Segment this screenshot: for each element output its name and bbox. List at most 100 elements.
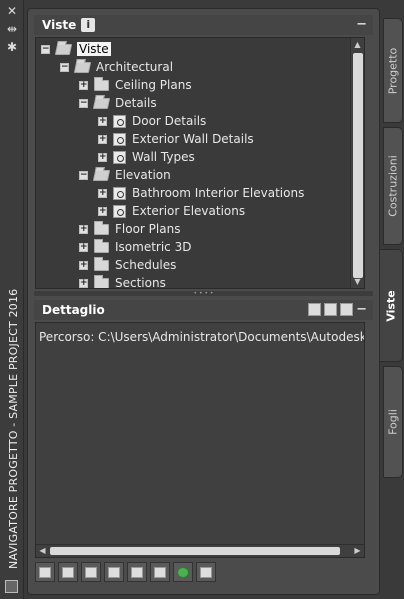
new-view-button[interactable] xyxy=(35,562,55,582)
expand-toggle-icon[interactable]: + xyxy=(79,80,88,90)
tab-progetto[interactable]: Progetto xyxy=(383,18,403,123)
tree-node[interactable]: + Wall Types xyxy=(98,148,195,166)
properties-icon[interactable] xyxy=(5,580,18,593)
expand-toggle-icon[interactable]: + xyxy=(79,242,88,252)
tree-node-label: Architectural xyxy=(96,60,174,74)
tree-node[interactable]: + Schedules xyxy=(79,256,176,274)
tab-costruzioni[interactable]: Costruzioni xyxy=(383,127,403,245)
preview-icon[interactable] xyxy=(308,303,321,316)
tree-node-label: Floor Plans xyxy=(115,222,181,236)
open-icon xyxy=(62,566,74,578)
tree-node-label: Viste xyxy=(77,42,111,56)
detail-view-icon xyxy=(113,114,126,128)
detail-collapse-button[interactable]: − xyxy=(356,302,367,317)
folder-icon xyxy=(94,274,109,288)
scroll-left-icon[interactable]: ◀ xyxy=(37,545,48,557)
table-icon xyxy=(154,566,166,578)
expand-toggle-icon[interactable]: + xyxy=(98,206,107,216)
tree-node-label: Schedules xyxy=(115,258,177,272)
collapse-toggle-icon[interactable]: − xyxy=(79,170,88,180)
tree-node[interactable]: + Ceiling Plans xyxy=(79,76,192,94)
folder-open-icon xyxy=(54,43,73,55)
views-title: Viste xyxy=(42,18,77,32)
detail-header: Dettaglio − xyxy=(34,300,373,320)
close-project-icon xyxy=(200,566,212,578)
tree-node[interactable]: + Floor Plans xyxy=(79,220,180,238)
project-navigator-panel: Viste i − + Sections + Schedules + Isometric … xyxy=(27,8,380,595)
tree-node[interactable]: + Door Details xyxy=(98,112,206,130)
project-path: Percorso: C:\Users\Administrator\Documen… xyxy=(39,330,364,344)
collapse-toggle-icon[interactable]: − xyxy=(79,98,88,108)
info-icon[interactable]: i xyxy=(81,18,96,32)
tree-node[interactable]: + Isometric 3D xyxy=(79,238,191,256)
tree-node-label: Door Details xyxy=(132,114,207,128)
expand-toggle-icon[interactable]: + xyxy=(98,134,107,144)
tree-node-label: Wall Types xyxy=(132,150,195,164)
tree-node[interactable]: − Details xyxy=(79,94,157,112)
expand-toggle-icon[interactable]: + xyxy=(79,260,88,270)
detail-pane: Percorso: C:\Users\Administrator\Documen… xyxy=(35,322,365,558)
tree-node-label: Bathroom Interior Elevations xyxy=(132,186,305,200)
elevation-view-icon xyxy=(113,186,126,200)
folder-open-icon xyxy=(92,169,111,181)
views-header: Viste i − xyxy=(34,15,373,35)
new-view-icon xyxy=(39,566,51,578)
detail-horizontal-scrollbar[interactable]: ◀ ▶ xyxy=(36,544,364,557)
open-button[interactable] xyxy=(58,562,78,582)
regenerate-button[interactable] xyxy=(81,562,101,582)
views-collapse-button[interactable]: − xyxy=(356,17,367,32)
tree-node[interactable]: + Bathroom Interior Elevations xyxy=(98,184,304,202)
repath-icon xyxy=(131,566,143,578)
clipboard-icon xyxy=(108,566,120,578)
tab-viste[interactable]: Viste xyxy=(380,249,403,362)
detail-view-icon[interactable] xyxy=(324,303,337,316)
scroll-up-icon[interactable]: ▲ xyxy=(352,39,363,50)
settings-gear-icon[interactable]: ✱ xyxy=(4,40,20,54)
tree-node[interactable]: + Exterior Wall Details xyxy=(98,130,254,148)
close-project-button[interactable] xyxy=(196,562,216,582)
tree-vertical-scrollbar[interactable]: ▲ ▼ xyxy=(350,38,364,288)
tree-node[interactable]: + Exterior Elevations xyxy=(98,202,245,220)
scroll-right-icon[interactable]: ▶ xyxy=(352,545,363,557)
panel-splitter[interactable]: • • • • xyxy=(34,291,373,297)
collapse-toggle-icon[interactable]: − xyxy=(41,44,50,54)
elevation-view-icon xyxy=(113,204,126,218)
detail-title: Dettaglio xyxy=(42,303,105,317)
scroll-thumb[interactable] xyxy=(353,53,363,278)
expand-toggle-icon[interactable]: + xyxy=(98,152,107,162)
tree-node[interactable]: − Elevation xyxy=(79,166,171,184)
palette-title: NAVIGATORE PROGETTO - SAMPLE PROJECT 201… xyxy=(7,288,20,569)
folder-icon xyxy=(94,76,109,91)
tree-node[interactable]: + Sections xyxy=(79,274,166,289)
bottom-toolbar xyxy=(35,562,216,584)
refresh-button[interactable] xyxy=(173,562,193,582)
tree-node-label: Ceiling Plans xyxy=(115,78,192,92)
expand-toggle-icon[interactable]: + xyxy=(98,188,107,198)
tree-node[interactable]: − Architectural xyxy=(60,58,173,76)
views-tree[interactable]: + Sections + Schedules + Isometric 3D + Floor P… xyxy=(35,37,365,289)
close-icon[interactable]: ✕ xyxy=(4,4,20,18)
folder-icon xyxy=(94,220,109,235)
clipboard-button[interactable] xyxy=(104,562,124,582)
hscroll-thumb[interactable] xyxy=(50,547,340,555)
collapse-toggle-icon[interactable]: − xyxy=(60,62,69,72)
repath-button[interactable] xyxy=(127,562,147,582)
folder-icon xyxy=(94,256,109,271)
expand-toggle-icon[interactable]: + xyxy=(79,224,88,234)
expand-toggle-icon[interactable]: + xyxy=(98,116,107,126)
scroll-down-icon[interactable]: ▼ xyxy=(352,276,363,287)
regenerate-icon xyxy=(85,566,97,578)
tree-node[interactable]: − Viste xyxy=(41,40,111,58)
image-preview-icon[interactable] xyxy=(340,303,353,316)
tree-node-label: Sections xyxy=(115,276,166,289)
expand-toggle-icon[interactable]: + xyxy=(79,278,88,288)
detail-view-icon xyxy=(113,132,126,146)
refresh-icon xyxy=(177,566,189,578)
autohide-icon[interactable]: ⇹ xyxy=(4,22,20,36)
palette-titlebar: ✕ ⇹ ✱ NAVIGATORE PROGETTO - SAMPLE PROJE… xyxy=(0,0,24,599)
folder-open-icon xyxy=(73,61,92,73)
tab-fogli[interactable]: Fogli xyxy=(383,366,403,478)
folder-icon xyxy=(94,238,109,253)
table-button[interactable] xyxy=(150,562,170,582)
tree-node-label: Exterior Wall Details xyxy=(132,132,254,146)
